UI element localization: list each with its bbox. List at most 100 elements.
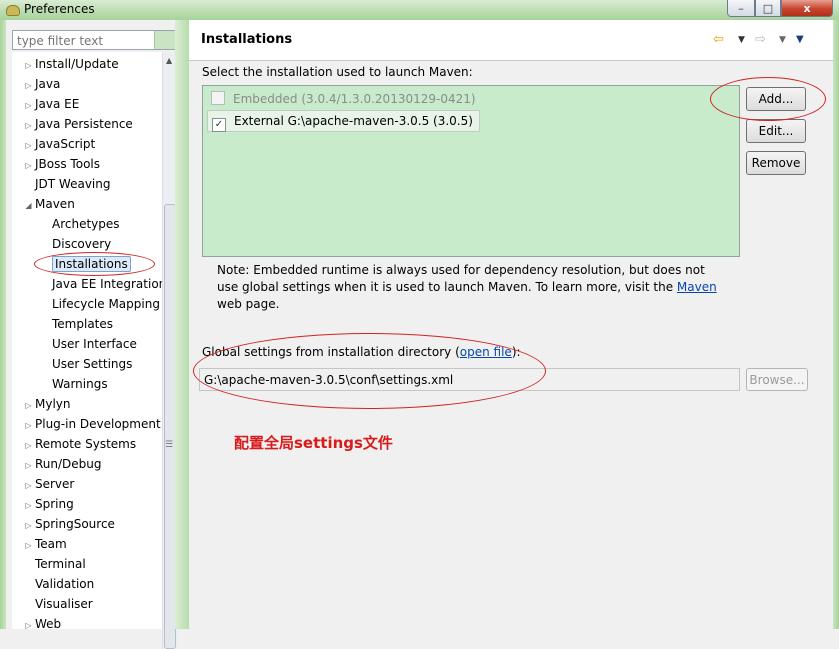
tree-item[interactable]: ▷ Java EE bbox=[22, 94, 79, 114]
eclipse-app-icon bbox=[6, 5, 20, 16]
tree-item-label: Server bbox=[35, 477, 75, 491]
preferences-tree: ▷ Install/Update ▷ Java ▷ Java EE ▷ Java Persis… bbox=[12, 52, 162, 629]
tree-item[interactable]: Installations bbox=[52, 254, 131, 274]
tree-item[interactable]: ▷ SpringSource bbox=[22, 514, 115, 534]
installation-label: External G:\apache-maven-3.0.5 (3.0.5) bbox=[234, 114, 473, 128]
edit-button[interactable]: Edit... bbox=[746, 119, 806, 143]
collapsed-chevron-icon[interactable]: ▷ bbox=[22, 136, 35, 156]
tree-item[interactable]: ▷ Java bbox=[22, 74, 60, 94]
tree-item-label: Spring bbox=[35, 497, 74, 511]
collapsed-chevron-icon[interactable]: ▷ bbox=[22, 156, 35, 176]
chevron-down-icon[interactable]: ▼ bbox=[779, 35, 786, 45]
tree-item[interactable]: Terminal bbox=[22, 554, 86, 574]
collapsed-chevron-icon[interactable]: ▷ bbox=[22, 456, 35, 476]
collapsed-chevron-icon[interactable]: ▷ bbox=[22, 516, 35, 536]
window-title: Preferences bbox=[24, 2, 95, 16]
tree-item[interactable]: ▷ JBoss Tools bbox=[22, 154, 100, 174]
browse-button[interactable]: Browse... bbox=[746, 368, 808, 391]
tree-item[interactable]: ▷ Remote Systems bbox=[22, 434, 136, 454]
global-settings-label: Global settings from installation direct… bbox=[202, 345, 521, 359]
tree-item[interactable]: Java EE Integration bbox=[52, 274, 162, 294]
close-button[interactable]: x bbox=[781, 0, 833, 17]
global-settings-path-field[interactable]: G:\apache-maven-3.0.5\conf\settings.xml bbox=[199, 368, 740, 391]
page-header: Installations ⇦ ▼ ⇨ ▼ ▼ bbox=[189, 20, 833, 61]
installation-checkbox[interactable] bbox=[211, 91, 225, 105]
clear-filter-button[interactable] bbox=[154, 31, 175, 49]
tree-item[interactable]: Templates bbox=[52, 314, 113, 334]
tree-item[interactable]: ▷ Spring bbox=[22, 494, 74, 516]
collapsed-chevron-icon[interactable]: ▷ bbox=[22, 476, 35, 496]
tree-item[interactable]: ▷ Java Persistence bbox=[22, 114, 132, 136]
collapsed-chevron-icon[interactable]: ▷ bbox=[22, 396, 35, 416]
maximize-button[interactable]: □ bbox=[755, 0, 781, 17]
open-file-link[interactable]: open file bbox=[460, 345, 512, 359]
pane-sash[interactable] bbox=[175, 20, 189, 629]
tree-item[interactable]: ▷ Web bbox=[22, 614, 61, 629]
collapsed-chevron-icon[interactable]: ▷ bbox=[22, 616, 35, 629]
installations-list: Embedded (3.0.4/1.3.0.20130129-0421) ✓ Ex… bbox=[202, 85, 740, 257]
back-arrow-icon[interactable]: ⇦ bbox=[713, 32, 724, 47]
tree-item[interactable]: JDT Weaving bbox=[22, 174, 110, 194]
preferences-nav-pane: ▷Install/Update▷Java▷Java EE▷Java Persis… bbox=[6, 20, 181, 649]
view-menu-icon[interactable]: ▼ bbox=[796, 34, 804, 45]
tree-item[interactable]: ▷ Team bbox=[22, 534, 66, 556]
tree-item[interactable]: ▷ Install/Update bbox=[22, 54, 118, 76]
expanded-chevron-icon[interactable]: ◢ bbox=[22, 196, 35, 216]
tree-item[interactable]: ▷ JavaScript bbox=[22, 134, 95, 154]
collapsed-chevron-icon[interactable]: ▷ bbox=[22, 116, 35, 136]
tree-item[interactable]: ◢ Maven bbox=[22, 194, 75, 216]
note-text: Note: Embedded runtime is always used fo… bbox=[217, 263, 705, 294]
scroll-up-icon[interactable]: ▲ bbox=[166, 56, 172, 65]
chevron-down-icon[interactable]: ▼ bbox=[738, 35, 745, 45]
collapsed-chevron-icon[interactable]: ▷ bbox=[22, 536, 35, 556]
tree-item-label: Warnings bbox=[52, 377, 108, 391]
collapsed-chevron-icon[interactable]: ▷ bbox=[22, 56, 35, 76]
collapsed-chevron-icon[interactable]: ▷ bbox=[22, 416, 35, 436]
installation-row-external[interactable]: ✓ External G:\apache-maven-3.0.5 (3.0.5) bbox=[207, 110, 480, 132]
tree-item[interactable]: Discovery bbox=[52, 234, 111, 254]
forward-arrow-icon[interactable]: ⇨ bbox=[755, 32, 766, 47]
tree-item[interactable]: ▷ Server bbox=[22, 474, 74, 494]
tree-item[interactable]: Archetypes bbox=[52, 214, 120, 234]
filter-input[interactable] bbox=[15, 32, 159, 50]
tree-item-label: JDT Weaving bbox=[35, 177, 111, 191]
installation-row-embedded[interactable]: Embedded (3.0.4/1.3.0.20130129-0421) bbox=[207, 89, 482, 109]
installations-prompt: Select the installation used to launch M… bbox=[202, 65, 473, 79]
add-button[interactable]: Add... bbox=[746, 87, 806, 111]
tree-item[interactable]: Warnings bbox=[52, 374, 108, 394]
tree-item-label: User Settings bbox=[52, 357, 133, 371]
check-icon: ✓ bbox=[214, 119, 224, 130]
remove-button[interactable]: Remove bbox=[746, 151, 806, 175]
global-label-end: ): bbox=[511, 345, 521, 359]
global-label-start: Global settings from installation direct… bbox=[202, 345, 460, 359]
tree-item[interactable]: User Interface bbox=[52, 334, 137, 354]
tree-item-label: Run/Debug bbox=[35, 457, 102, 471]
preference-page: Installations ⇦ ▼ ⇨ ▼ ▼ Select the insta… bbox=[189, 20, 833, 629]
window-controls: – □ x bbox=[727, 0, 833, 17]
tree-item-label: JBoss Tools bbox=[35, 157, 100, 171]
scrollbar-grip-icon: ☰ bbox=[165, 440, 174, 450]
tree-item-label: Discovery bbox=[52, 237, 112, 251]
maximize-icon: □ bbox=[762, 1, 774, 15]
minimize-button[interactable]: – bbox=[727, 0, 755, 17]
tree-item[interactable]: Lifecycle Mapping bbox=[52, 294, 160, 314]
tree-item[interactable]: Validation bbox=[22, 574, 94, 594]
tree-item[interactable]: ▷ Run/Debug bbox=[22, 454, 102, 476]
tree-item-label: Plug-in Development bbox=[35, 417, 161, 431]
tree-item[interactable]: ▷ Plug-in Development bbox=[22, 414, 161, 436]
collapsed-chevron-icon[interactable]: ▷ bbox=[22, 436, 35, 456]
tree-item-label: Mylyn bbox=[35, 397, 71, 411]
collapsed-chevron-icon[interactable]: ▷ bbox=[22, 96, 35, 116]
collapsed-chevron-icon[interactable]: ▷ bbox=[22, 76, 35, 96]
tree-item-label: Remote Systems bbox=[35, 437, 137, 451]
installation-checkbox[interactable]: ✓ bbox=[212, 118, 226, 132]
maven-web-link[interactable]: Maven bbox=[677, 280, 717, 294]
tree-item[interactable]: Visualiser bbox=[22, 594, 93, 614]
tree-item-label: Archetypes bbox=[52, 217, 120, 231]
tree-item[interactable]: ▷ Mylyn bbox=[22, 394, 71, 416]
tree-item-label: SpringSource bbox=[35, 517, 115, 531]
tree-item-label: Java EE Integration bbox=[52, 277, 162, 291]
collapsed-chevron-icon[interactable]: ▷ bbox=[22, 496, 35, 516]
tree-item[interactable]: User Settings bbox=[52, 354, 132, 374]
tree-item-label: Maven bbox=[35, 197, 75, 211]
